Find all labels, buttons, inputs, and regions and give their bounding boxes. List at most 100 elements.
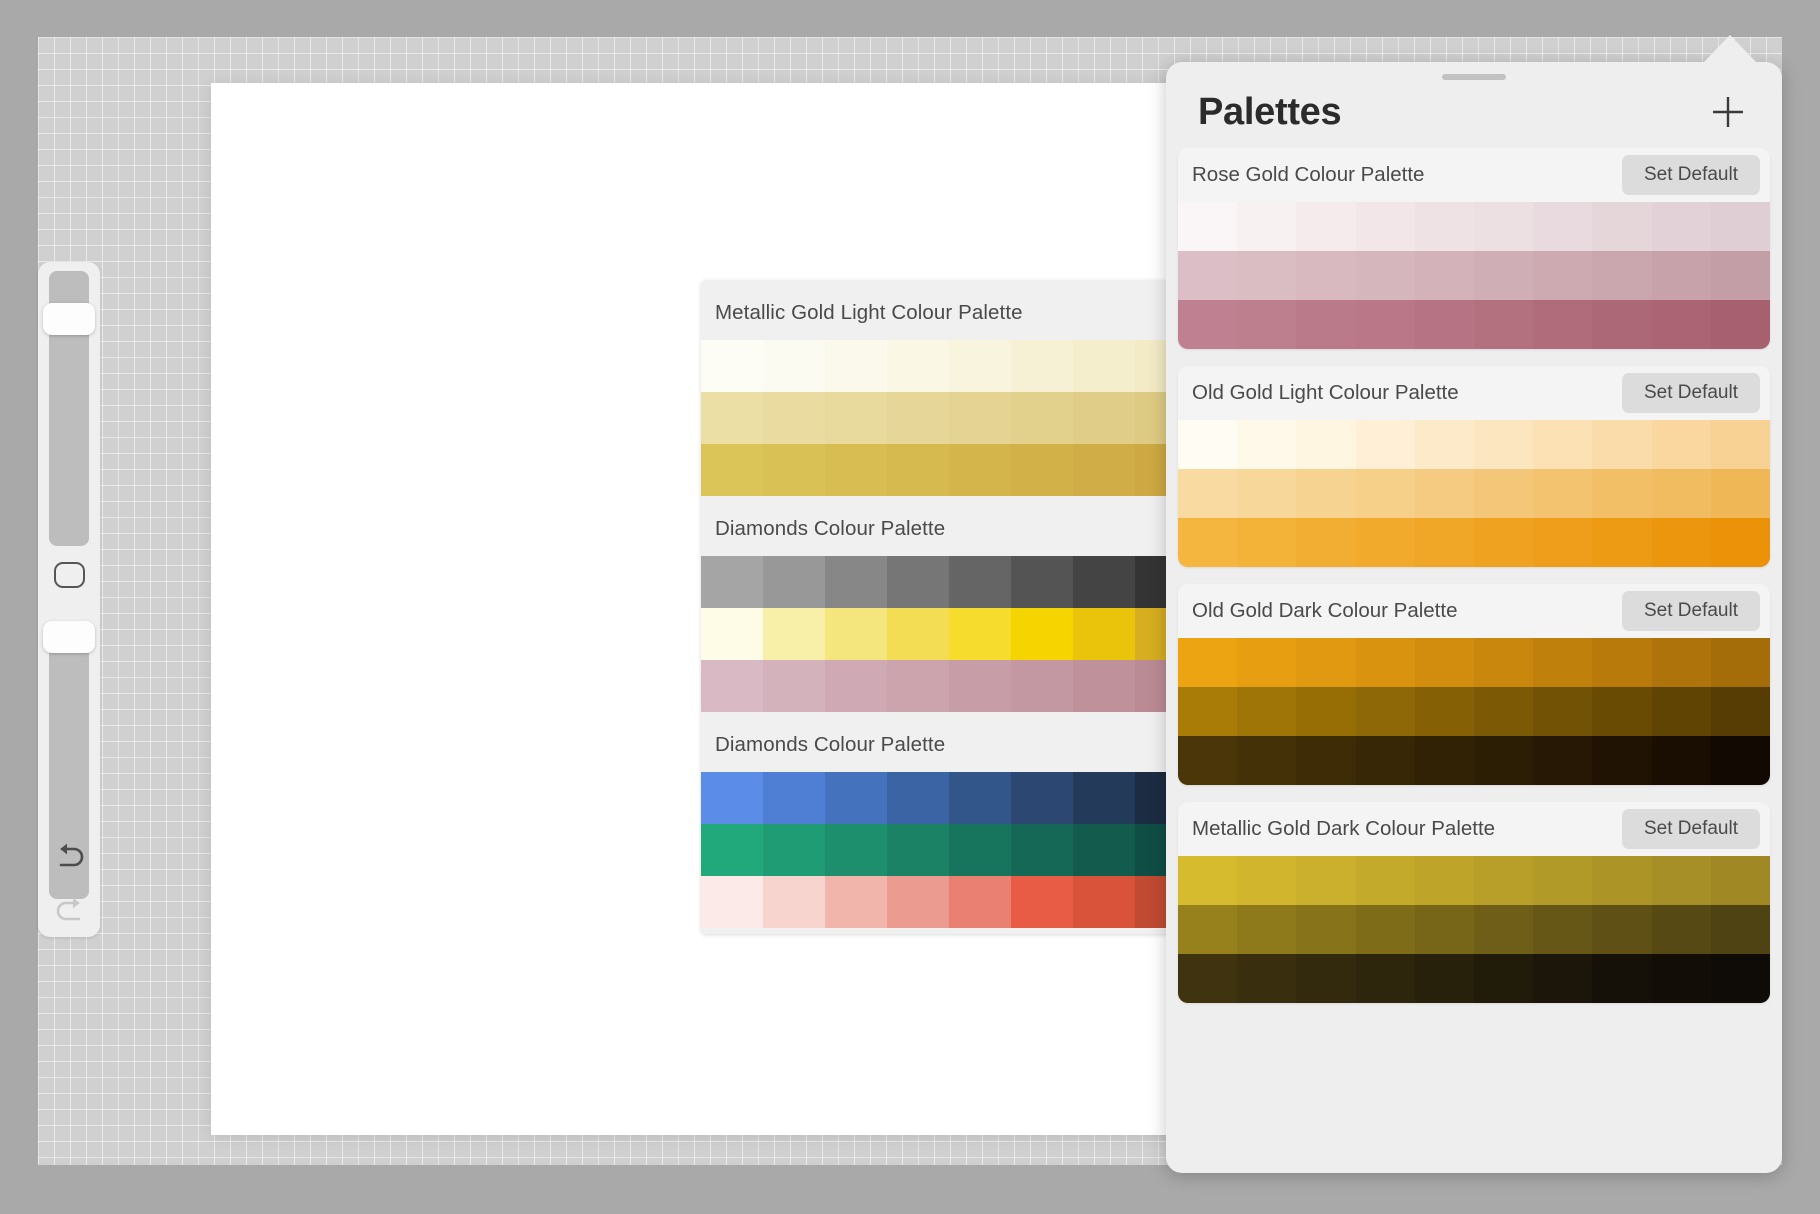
colour-swatch[interactable]	[1533, 300, 1592, 349]
colour-swatch[interactable]	[1474, 687, 1533, 736]
colour-swatch[interactable]	[1652, 954, 1711, 1003]
colour-swatch[interactable]	[1652, 202, 1711, 251]
colour-swatch[interactable]	[1592, 469, 1651, 518]
colour-swatch[interactable]	[1533, 420, 1592, 469]
colour-swatch[interactable]	[1178, 954, 1237, 1003]
colour-swatch[interactable]	[1237, 518, 1296, 567]
colour-swatch[interactable]	[1533, 687, 1592, 736]
colour-swatch[interactable]	[1073, 444, 1135, 496]
colour-swatch[interactable]	[763, 772, 825, 824]
colour-swatch[interactable]	[1356, 905, 1415, 954]
colour-swatch[interactable]	[701, 392, 763, 444]
colour-swatch[interactable]	[1711, 905, 1770, 954]
colour-swatch[interactable]	[1237, 202, 1296, 251]
colour-swatch[interactable]	[763, 660, 825, 712]
colour-swatch[interactable]	[1237, 251, 1296, 300]
brush-size-slider-thumb[interactable]	[43, 303, 95, 335]
colour-swatch[interactable]	[1178, 518, 1237, 567]
colour-swatch[interactable]	[1533, 905, 1592, 954]
modify-button[interactable]	[54, 562, 85, 588]
colour-swatch[interactable]	[1073, 392, 1135, 444]
colour-swatch[interactable]	[1296, 638, 1355, 687]
colour-swatch[interactable]	[1474, 638, 1533, 687]
colour-swatch[interactable]	[825, 660, 887, 712]
colour-swatch[interactable]	[1474, 469, 1533, 518]
palette-list[interactable]: Rose Gold Colour PaletteSet DefaultOld G…	[1166, 148, 1782, 1173]
colour-swatch[interactable]	[1652, 469, 1711, 518]
colour-swatch[interactable]	[1356, 638, 1415, 687]
colour-swatch[interactable]	[1296, 420, 1355, 469]
colour-swatch[interactable]	[1356, 736, 1415, 785]
colour-swatch[interactable]	[1073, 608, 1135, 660]
colour-swatch[interactable]	[1711, 251, 1770, 300]
colour-swatch[interactable]	[1178, 420, 1237, 469]
colour-swatch[interactable]	[825, 824, 887, 876]
colour-swatch[interactable]	[825, 876, 887, 928]
colour-swatch[interactable]	[887, 340, 949, 392]
colour-swatch[interactable]	[1237, 736, 1296, 785]
colour-swatch[interactable]	[1652, 856, 1711, 905]
colour-swatch[interactable]	[701, 876, 763, 928]
colour-swatch[interactable]	[1356, 420, 1415, 469]
colour-swatch[interactable]	[1652, 905, 1711, 954]
colour-swatch[interactable]	[1415, 202, 1474, 251]
colour-swatch[interactable]	[1592, 202, 1651, 251]
colour-swatch[interactable]	[701, 556, 763, 608]
colour-swatch[interactable]	[1592, 905, 1651, 954]
document-page[interactable]: Metallic Gold Light Colour PaletteSet De…	[211, 83, 1223, 1135]
colour-swatch[interactable]	[1011, 556, 1073, 608]
colour-swatch[interactable]	[825, 772, 887, 824]
colour-swatch[interactable]	[825, 556, 887, 608]
colour-swatch[interactable]	[1474, 202, 1533, 251]
colour-swatch[interactable]	[1592, 638, 1651, 687]
colour-swatch[interactable]	[1711, 518, 1770, 567]
colour-swatch[interactable]	[1711, 300, 1770, 349]
colour-swatch[interactable]	[1073, 772, 1135, 824]
colour-swatch[interactable]	[1652, 736, 1711, 785]
set-default-button[interactable]: Set Default	[1622, 155, 1760, 195]
colour-swatch[interactable]	[887, 660, 949, 712]
colour-swatch[interactable]	[1711, 736, 1770, 785]
colour-swatch[interactable]	[1237, 856, 1296, 905]
colour-swatch[interactable]	[1415, 856, 1474, 905]
colour-swatch[interactable]	[825, 340, 887, 392]
colour-swatch[interactable]	[1296, 202, 1355, 251]
colour-swatch[interactable]	[1356, 469, 1415, 518]
colour-swatch[interactable]	[1533, 736, 1592, 785]
colour-swatch[interactable]	[1178, 905, 1237, 954]
colour-swatch[interactable]	[1073, 660, 1135, 712]
colour-swatch[interactable]	[1474, 300, 1533, 349]
colour-swatch[interactable]	[887, 444, 949, 496]
colour-swatch[interactable]	[887, 392, 949, 444]
colour-swatch[interactable]	[1592, 518, 1651, 567]
colour-swatch[interactable]	[1652, 687, 1711, 736]
colour-swatch[interactable]	[1592, 736, 1651, 785]
colour-swatch[interactable]	[701, 340, 763, 392]
colour-swatch[interactable]	[763, 824, 825, 876]
colour-swatch[interactable]	[949, 660, 1011, 712]
colour-swatch[interactable]	[1296, 736, 1355, 785]
add-palette-button[interactable]	[1706, 90, 1750, 134]
colour-swatch[interactable]	[701, 608, 763, 660]
colour-swatch[interactable]	[949, 824, 1011, 876]
colour-swatch[interactable]	[1356, 202, 1415, 251]
colour-swatch[interactable]	[1711, 638, 1770, 687]
colour-swatch[interactable]	[1296, 687, 1355, 736]
colour-swatch[interactable]	[887, 824, 949, 876]
colour-swatch[interactable]	[1296, 954, 1355, 1003]
colour-swatch[interactable]	[949, 444, 1011, 496]
colour-swatch[interactable]	[1296, 518, 1355, 567]
colour-swatch[interactable]	[1415, 300, 1474, 349]
colour-swatch[interactable]	[701, 772, 763, 824]
colour-swatch[interactable]	[1011, 772, 1073, 824]
brush-size-slider[interactable]	[49, 271, 89, 546]
colour-swatch[interactable]	[1296, 251, 1355, 300]
colour-swatch[interactable]	[1533, 202, 1592, 251]
colour-swatch[interactable]	[949, 876, 1011, 928]
colour-swatch[interactable]	[1178, 300, 1237, 349]
colour-swatch[interactable]	[1178, 469, 1237, 518]
colour-swatch[interactable]	[1237, 687, 1296, 736]
colour-swatch[interactable]	[1011, 660, 1073, 712]
colour-swatch[interactable]	[763, 608, 825, 660]
colour-swatch[interactable]	[701, 444, 763, 496]
